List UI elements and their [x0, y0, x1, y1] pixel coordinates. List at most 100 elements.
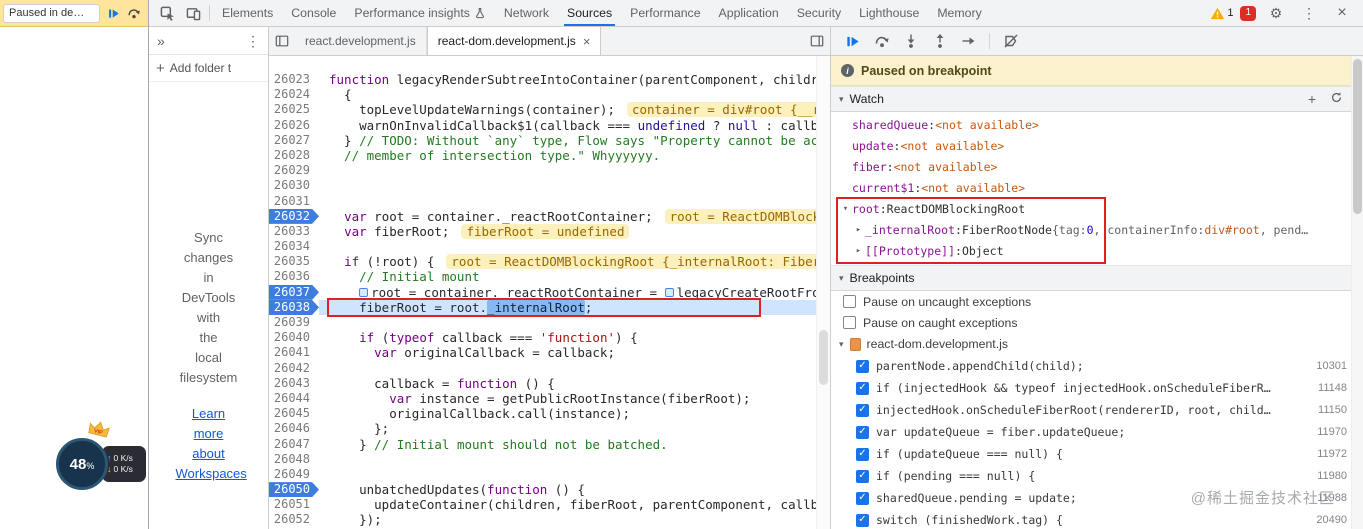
line-number[interactable]: 26049: [269, 467, 319, 482]
devtools-tab-performance[interactable]: Performance: [621, 0, 709, 26]
settings-gear-icon[interactable]: ⚙: [1263, 0, 1289, 26]
line-number[interactable]: 26033: [269, 224, 319, 239]
line-number[interactable]: 26026: [269, 118, 319, 133]
collapse-icon[interactable]: ▾: [839, 94, 844, 105]
breakpoint-marker[interactable]: 26050: [269, 482, 319, 498]
expand-icon[interactable]: ▸: [852, 220, 865, 241]
more-tabs-icon[interactable]: »: [157, 34, 165, 48]
checkbox-unchecked[interactable]: [843, 295, 856, 308]
breakpoint-entry[interactable]: ✓ if (injectedHook && typeof injectedHook…: [831, 377, 1363, 399]
checkbox-checked[interactable]: ✓: [856, 447, 869, 461]
line-number[interactable]: 26047: [269, 437, 319, 452]
breakpoint-entry[interactable]: ✓ var updateQueue = fiber.updateQueue; 119…: [831, 421, 1363, 443]
breakpoint-entry[interactable]: ✓ parentNode.appendChild(child); 10301: [831, 355, 1363, 377]
line-number[interactable]: 26034: [269, 239, 319, 254]
debugger-scroll-thumb[interactable]: [1353, 59, 1362, 214]
editor-scrollbar[interactable]: [816, 56, 830, 529]
breakpoint-marker[interactable]: 26037: [269, 284, 319, 300]
line-number[interactable]: 26031: [269, 194, 319, 209]
more-options-icon[interactable]: ⋮: [1296, 0, 1322, 26]
exception-toggle-1[interactable]: Pause on caught exceptions: [831, 312, 1363, 333]
line-number[interactable]: 26029: [269, 163, 319, 178]
devtools-tab-performance-insights[interactable]: Performance insights: [345, 0, 495, 26]
watch-item-Prototype[interactable]: ▸ [[Prototype]]: Object: [831, 241, 1363, 262]
refresh-watch-icon[interactable]: [1330, 91, 1343, 107]
page-step-over-button[interactable]: [126, 5, 142, 21]
add-watch-icon[interactable]: +: [1308, 92, 1316, 106]
editor-scroll-thumb[interactable]: [819, 330, 828, 386]
step-over-button[interactable]: [868, 29, 895, 54]
devtools-tab-elements[interactable]: Elements: [213, 0, 282, 26]
checkbox-checked[interactable]: ✓: [856, 359, 869, 373]
checkbox-checked[interactable]: ✓: [856, 513, 869, 527]
step-out-button[interactable]: [926, 29, 953, 54]
debugger-scrollbar[interactable]: [1351, 56, 1363, 529]
line-number[interactable]: 26036: [269, 269, 319, 284]
line-number[interactable]: 26051: [269, 497, 319, 512]
devtools-tab-sources[interactable]: Sources: [558, 0, 621, 26]
resume-button[interactable]: [839, 29, 866, 54]
line-number[interactable]: 26028: [269, 148, 319, 163]
step-button[interactable]: [955, 29, 982, 54]
checkbox-checked[interactable]: ✓: [856, 403, 869, 417]
line-number[interactable]: 26052: [269, 512, 319, 527]
devtools-tab-console[interactable]: Console: [282, 0, 345, 26]
checkbox-checked[interactable]: ✓: [856, 381, 869, 395]
errors-badge[interactable]: 1: [1240, 5, 1256, 21]
page-resume-button[interactable]: [105, 5, 121, 21]
toggle-debugger-icon[interactable]: [804, 27, 830, 55]
watch-item-root[interactable]: ▾ root: ReactDOMBlockingRoot: [831, 199, 1363, 220]
line-number[interactable]: 26041: [269, 345, 319, 360]
devtools-tab-lighthouse[interactable]: Lighthouse: [850, 0, 928, 26]
breakpoint-entry[interactable]: ✓ injectedHook.onScheduleFiberRoot(render…: [831, 399, 1363, 421]
line-number[interactable]: 26025: [269, 102, 319, 117]
close-devtools-button[interactable]: ×: [1329, 0, 1355, 26]
devtools-tab-memory[interactable]: Memory: [928, 0, 990, 26]
device-toolbar-button[interactable]: [180, 0, 206, 26]
line-number[interactable]: 26035: [269, 254, 319, 269]
watch-item-_internalRoot[interactable]: ▸ _internalRoot: FiberRootNode {tag: 0, c…: [831, 220, 1363, 241]
file-tab-react-dom-development-js[interactable]: react-dom.development.js ×: [426, 27, 602, 55]
toggle-navigator-icon[interactable]: [269, 27, 295, 55]
breakpoint-entry[interactable]: ✓ if (pending === null) {11980: [831, 465, 1363, 487]
checkbox-unchecked[interactable]: [843, 316, 856, 329]
navigator-menu-icon[interactable]: ⋮: [246, 34, 260, 48]
checkbox-checked[interactable]: ✓: [856, 491, 869, 505]
breakpoint-marker[interactable]: 26032: [269, 208, 319, 224]
exception-toggle-0[interactable]: Pause on uncaught exceptions: [831, 291, 1363, 312]
devtools-tab-application[interactable]: Application: [710, 0, 788, 26]
breakpoints-section-header[interactable]: ▾ Breakpoints: [831, 265, 1363, 291]
line-number[interactable]: 26042: [269, 361, 319, 376]
progress-circle[interactable]: 48 %: [56, 438, 108, 490]
line-number[interactable]: 26044: [269, 391, 319, 406]
file-tab-react-development-js[interactable]: react.development.js: [295, 27, 427, 55]
inline-breakpoint-marker[interactable]: [359, 287, 369, 297]
line-number[interactable]: 26030: [269, 178, 319, 193]
breakpoint-file-group[interactable]: ▾ react-dom.development.js: [831, 333, 1363, 355]
deactivate-breakpoints-button[interactable]: [997, 29, 1024, 54]
devtools-tab-security[interactable]: Security: [788, 0, 850, 26]
checkbox-checked[interactable]: ✓: [856, 425, 869, 439]
line-number[interactable]: 26045: [269, 406, 319, 421]
line-number[interactable]: 26024: [269, 87, 319, 102]
line-number[interactable]: 26040: [269, 330, 319, 345]
collapse-icon[interactable]: ▾: [839, 199, 852, 220]
line-number[interactable]: 26043: [269, 376, 319, 391]
add-folder-button[interactable]: + Add folder t: [149, 55, 268, 82]
inspect-element-button[interactable]: [154, 0, 180, 26]
line-number[interactable]: 26027: [269, 133, 319, 148]
line-number[interactable]: 26048: [269, 452, 319, 467]
breakpoint-entry[interactable]: ✓ switch (finishedWork.tag) {20490: [831, 509, 1363, 529]
step-into-button[interactable]: [897, 29, 924, 54]
code-area[interactable]: 26023 function legacyRenderSubtreeIntoCon…: [269, 56, 816, 529]
watch-section-header[interactable]: ▾ Watch +: [831, 86, 1363, 112]
close-tab-icon[interactable]: ×: [583, 34, 591, 49]
warnings-badge[interactable]: 1: [1210, 7, 1233, 20]
line-number[interactable]: 26023: [269, 72, 319, 87]
line-number[interactable]: 26039: [269, 315, 319, 330]
collapse-icon[interactable]: ▾: [839, 273, 844, 284]
devtools-tab-network[interactable]: Network: [495, 0, 558, 26]
breakpoint-entry[interactable]: ✓ if (updateQueue === null) {11972: [831, 443, 1363, 465]
inline-breakpoint-marker[interactable]: [664, 287, 674, 297]
checkbox-checked[interactable]: ✓: [856, 469, 869, 483]
